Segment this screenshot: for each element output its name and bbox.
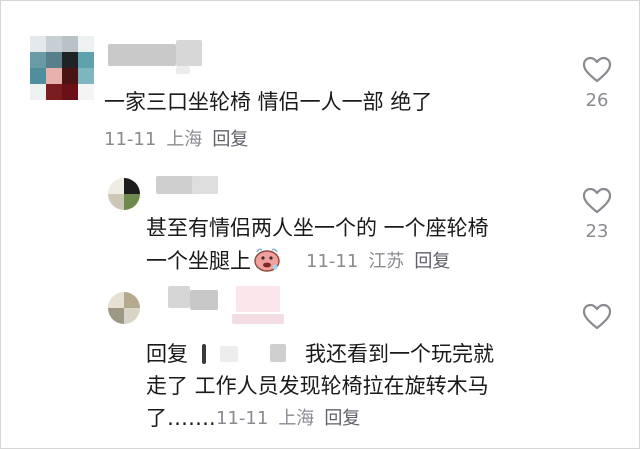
comment-meta: 11-11 江苏 回复 [306, 250, 460, 274]
comment-text-line-1[interactable]: 甚至有情侣两人坐一个的 一个座轮椅 [146, 214, 489, 243]
heart-icon [582, 187, 612, 214]
mentioned-user-redacted [220, 346, 238, 362]
like-button[interactable]: 23 [577, 187, 617, 244]
username-redacted [190, 290, 218, 310]
comment-meta: 11-11 上海 回复 [104, 128, 258, 152]
comment-text-tail: 一个坐腿上 [146, 249, 251, 273]
face-with-steam-emoji [253, 246, 281, 280]
comment-date: 11-11 [306, 251, 359, 272]
username-redacted[interactable] [168, 286, 190, 308]
comment-date: 11-11 [104, 129, 157, 150]
comment-text-line-1[interactable]: 回复 [146, 340, 188, 369]
reply-button[interactable]: 回复 [324, 407, 360, 431]
comment-text[interactable]: 一家三口坐轮椅 情侣一人一部 绝了 [104, 88, 432, 117]
comment-location: 上海 [166, 129, 203, 150]
username-redacted [236, 286, 280, 312]
like-count: 23 [585, 221, 609, 242]
heart-icon [582, 303, 612, 330]
like-button[interactable] [577, 303, 617, 336]
mentioned-user-redacted[interactable] [202, 344, 206, 364]
username-redacted [192, 176, 218, 194]
heart-icon [582, 56, 612, 83]
like-button[interactable]: 26 [577, 56, 617, 113]
reply-prefix: 回复 [146, 342, 188, 366]
avatar[interactable] [108, 292, 140, 324]
avatar[interactable] [108, 178, 140, 210]
comment-text-line-2[interactable]: 走了 工作人员发现轮椅拉在旋转木马 [146, 372, 489, 401]
like-count: 26 [585, 90, 609, 111]
comment-meta: 11-11 上海 回复 [216, 407, 370, 431]
username-redacted [176, 66, 190, 74]
username-redacted[interactable] [108, 44, 176, 66]
comment-location: 上海 [278, 408, 315, 429]
comment-location: 江苏 [368, 251, 405, 272]
avatar[interactable] [30, 36, 94, 100]
comment-date: 11-11 [216, 408, 269, 429]
mentioned-user-redacted [270, 344, 286, 362]
comment-text-line-2[interactable]: 一个坐腿上 [146, 246, 281, 280]
reply-button[interactable]: 回复 [212, 128, 248, 152]
username-redacted [232, 314, 284, 324]
reply-button[interactable]: 回复 [414, 250, 450, 274]
comment-text-line-1-body[interactable]: 我还看到一个玩完就 [305, 340, 494, 369]
username-redacted [176, 40, 202, 66]
comment-text-line-3[interactable]: 了……. [146, 404, 216, 433]
